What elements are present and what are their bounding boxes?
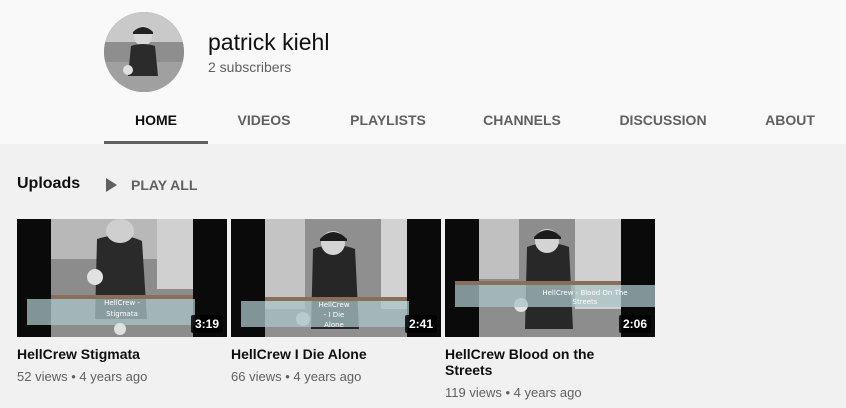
tab-videos[interactable]: VIDEOS (224, 104, 304, 144)
play-all-button[interactable]: PLAY ALL (106, 174, 197, 196)
meta-separator: • (285, 369, 290, 384)
tab-label: VIDEOS (237, 112, 291, 128)
thumbnail-overlay-text: HellCrew - (104, 299, 140, 307)
upload-age: 4 years ago (79, 369, 148, 384)
subscriber-count: 2 subscribers (208, 59, 292, 75)
svg-text:- I Die: - I Die (324, 311, 345, 319)
tab-label: ABOUT (765, 112, 815, 128)
video-card[interactable]: HellCrew - Stigmata 3:19 HellCrew Stigma… (17, 219, 227, 384)
svg-text:HellCrew - Blood On The: HellCrew - Blood On The (542, 289, 627, 297)
play-all-label: PLAY ALL (131, 177, 198, 193)
view-count: 119 views (445, 385, 502, 400)
video-duration: 3:19 (190, 315, 223, 333)
video-card[interactable]: HellCrew - Blood On The Streets 2:06 Hel… (445, 219, 655, 400)
tab-label: PLAYLISTS (350, 112, 426, 128)
video-title[interactable]: HellCrew Stigmata (17, 346, 207, 362)
channel-header: patrick kiehl 2 subscribers HOME VIDEOS … (0, 0, 846, 144)
video-title[interactable]: HellCrew I Die Alone (231, 346, 421, 362)
svg-text:Alone: Alone (324, 321, 344, 329)
upload-age: 4 years ago (293, 369, 362, 384)
view-count: 52 views (17, 369, 68, 384)
video-thumbnail[interactable]: HellCrew - Stigmata 3:19 (17, 219, 227, 337)
channel-avatar[interactable] (104, 12, 184, 92)
tab-label: DISCUSSION (619, 112, 707, 128)
svg-text:Stigmata: Stigmata (106, 310, 138, 318)
tab-active-indicator (104, 141, 208, 144)
video-thumbnail[interactable]: HellCrew - Blood On The Streets 2:06 (445, 219, 655, 337)
video-meta: 66 views • 4 years ago (231, 369, 441, 384)
tab-playlists[interactable]: PLAYLISTS (336, 104, 440, 144)
tab-about[interactable]: ABOUT (754, 104, 826, 144)
video-meta: 52 views • 4 years ago (17, 369, 227, 384)
tab-discussion[interactable]: DISCUSSION (604, 104, 722, 144)
svg-text:Streets: Streets (573, 298, 598, 306)
channel-name: patrick kiehl (208, 29, 330, 55)
video-card[interactable]: HellCrew - I Die Alone 2:41 HellCrew I D… (231, 219, 441, 384)
svg-text:HellCrew: HellCrew (318, 301, 349, 309)
play-icon (106, 178, 117, 192)
video-duration: 2:41 (404, 315, 437, 333)
uploads-title[interactable]: Uploads (17, 175, 80, 193)
meta-separator: • (505, 385, 511, 400)
view-count: 66 views (231, 369, 282, 384)
meta-separator: • (71, 369, 76, 384)
video-duration: 2:06 (618, 315, 651, 333)
video-title[interactable]: HellCrew Blood on the Streets (445, 346, 635, 378)
upload-age: 4 years ago (513, 385, 582, 400)
tab-label: CHANNELS (483, 112, 561, 128)
tab-home[interactable]: HOME (104, 104, 208, 144)
tab-channels[interactable]: CHANNELS (472, 104, 572, 144)
video-thumbnail[interactable]: HellCrew - I Die Alone 2:41 (231, 219, 441, 337)
tab-label: HOME (135, 112, 177, 128)
video-meta: 119 views • 4 years ago (445, 385, 655, 400)
